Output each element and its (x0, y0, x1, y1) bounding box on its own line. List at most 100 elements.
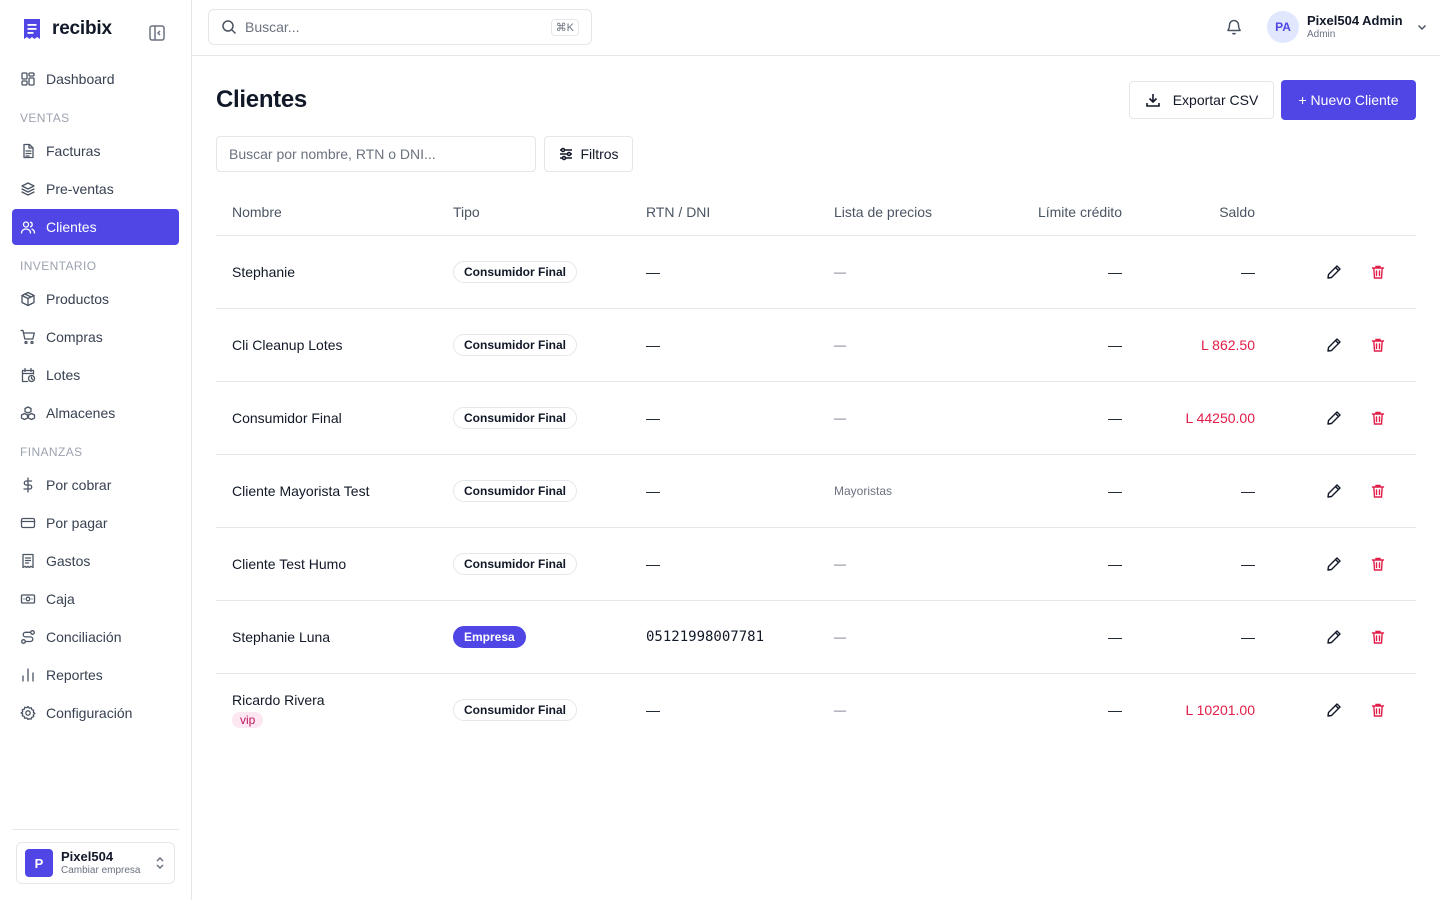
bell-icon[interactable] (1225, 18, 1243, 36)
delete-button[interactable] (1370, 629, 1386, 645)
client-search-input[interactable] (216, 136, 536, 172)
client-name[interactable]: Cli Cleanup Lotes (232, 337, 343, 353)
client-price-list: — (834, 630, 846, 644)
sidebar-item-compras[interactable]: Compras (12, 319, 179, 355)
chevron-updown-icon (156, 856, 164, 870)
package-icon (21, 291, 35, 307)
page-title: Clientes (216, 86, 307, 113)
route-icon (21, 630, 35, 644)
client-balance: L 10201.00 (1185, 702, 1255, 718)
sidebar-collapse-icon[interactable] (148, 24, 166, 42)
client-name[interactable]: Consumidor Final (232, 410, 342, 426)
filters-button[interactable]: Filtros (544, 136, 633, 172)
trash-icon (1371, 338, 1385, 352)
edit-button[interactable] (1326, 410, 1342, 426)
sidebar-item-dashboard[interactable]: Dashboard (12, 61, 179, 97)
sidebar-item-por-pagar[interactable]: Por pagar (12, 505, 179, 541)
sidebar-item-almacenes[interactable]: Almacenes (12, 395, 179, 431)
table-row[interactable]: Cliente Mayorista Test Consumidor Final — M… (216, 455, 1416, 528)
export-csv-button[interactable]: Exportar CSV (1129, 81, 1274, 119)
table-row[interactable]: Stephanie Consumidor Final — — — — (216, 236, 1416, 309)
client-type-badge: Consumidor Final (453, 552, 577, 576)
table-header: Nombre Tipo RTN / DNI Lista de precios L… (216, 192, 1416, 236)
company-switcher[interactable]: P Pixel504 Cambiar empresa (16, 842, 175, 884)
table-row[interactable]: Consumidor Final Consumidor Final — — — L 442… (216, 382, 1416, 455)
sidebar: recibix Dashboard VENTAS Facturas Pre-venta… (0, 0, 192, 900)
filters-label: Filtros (580, 146, 619, 162)
delete-button[interactable] (1370, 702, 1386, 718)
edit-button[interactable] (1326, 702, 1342, 718)
sidebar-item-caja[interactable]: Caja (12, 581, 179, 617)
edit-button[interactable] (1326, 629, 1342, 645)
client-name[interactable]: Ricardo Rivera (232, 692, 325, 708)
download-icon (1145, 94, 1160, 107)
table-row[interactable]: Cli Cleanup Lotes Consumidor Final — — — L 86… (216, 309, 1416, 382)
sidebar-item-label: Por pagar (46, 515, 108, 531)
file-text-icon (23, 143, 34, 159)
logo-icon (24, 19, 40, 39)
user-menu[interactable]: PA Pixel504 Admin Admin (1267, 11, 1429, 43)
client-rtn: — (646, 483, 660, 499)
table-row[interactable]: Stephanie Luna Empresa 05121998007781 — — — (216, 601, 1416, 674)
client-name[interactable]: Stephanie (232, 264, 295, 280)
calendar-clock-icon (21, 367, 36, 383)
edit-button[interactable] (1326, 556, 1342, 572)
delete-button[interactable] (1370, 556, 1386, 572)
global-search[interactable]: ⌘K (208, 9, 592, 45)
sidebar-item-label: Facturas (46, 143, 101, 159)
client-name[interactable]: Cliente Test Humo (232, 556, 346, 572)
trash-icon (1371, 630, 1385, 644)
sidebar-item-pre-ventas[interactable]: Pre-ventas (12, 171, 179, 207)
divider (12, 829, 179, 830)
edit-button[interactable] (1326, 337, 1342, 353)
column-header-tipo: Tipo (453, 204, 480, 220)
client-type-badge: Empresa (453, 625, 526, 649)
sidebar-item-gastos[interactable]: Gastos (12, 543, 179, 579)
layers-icon (21, 182, 35, 196)
search-input[interactable] (245, 19, 543, 35)
client-balance: — (1241, 629, 1255, 645)
sidebar-item-reportes[interactable]: Reportes (12, 657, 179, 693)
sidebar-item-configuracion[interactable]: Configuración (12, 695, 179, 731)
receipt-icon (22, 553, 34, 569)
export-csv-label: Exportar CSV (1172, 92, 1259, 108)
sidebar-item-facturas[interactable]: Facturas (12, 133, 179, 169)
client-rtn: — (646, 702, 660, 718)
delete-button[interactable] (1370, 483, 1386, 499)
edit-button[interactable] (1326, 264, 1342, 280)
banknote-icon (20, 594, 36, 604)
table-row[interactable]: Cliente Test Humo Consumidor Final — — — — (216, 528, 1416, 601)
pencil-icon (1327, 557, 1341, 571)
shortcut-hint: ⌘K (550, 18, 579, 36)
pencil-icon (1327, 484, 1341, 498)
client-type-badge: Consumidor Final (453, 698, 577, 722)
client-credit-limit: — (1108, 337, 1122, 353)
delete-button[interactable] (1370, 264, 1386, 280)
edit-button[interactable] (1326, 483, 1342, 499)
sidebar-item-label: Clientes (46, 219, 97, 235)
client-name[interactable]: Cliente Mayorista Test (232, 483, 369, 499)
sidebar-item-lotes[interactable]: Lotes (12, 357, 179, 393)
users-icon (20, 221, 36, 234)
company-avatar: P (25, 849, 53, 877)
sidebar-item-clientes[interactable]: Clientes (12, 209, 179, 245)
brand[interactable]: recibix (22, 18, 112, 40)
client-balance: — (1241, 483, 1255, 499)
table-row[interactable]: Ricardo Rivera vip Consumidor Final — — — L 10… (216, 674, 1416, 747)
client-tag: vip (232, 712, 264, 728)
client-balance: — (1241, 264, 1255, 280)
sidebar-item-productos[interactable]: Productos (12, 281, 179, 317)
new-client-button[interactable]: + Nuevo Cliente (1281, 80, 1416, 120)
column-header-rtn: RTN / DNI (646, 204, 711, 220)
trash-icon (1371, 703, 1385, 717)
sidebar-item-label: Pre-ventas (46, 181, 114, 197)
delete-button[interactable] (1370, 410, 1386, 426)
delete-button[interactable] (1370, 337, 1386, 353)
table-body: Stephanie Consumidor Final — — — — Cli Cleanup… (216, 236, 1416, 747)
bar-chart-icon (22, 668, 34, 682)
client-name[interactable]: Stephanie Luna (232, 629, 330, 645)
sidebar-item-por-cobrar[interactable]: Por cobrar (12, 467, 179, 503)
sidebar-item-conciliacion[interactable]: Conciliación (12, 619, 179, 655)
user-name: Pixel504 Admin (1307, 12, 1403, 28)
pencil-icon (1327, 265, 1341, 279)
